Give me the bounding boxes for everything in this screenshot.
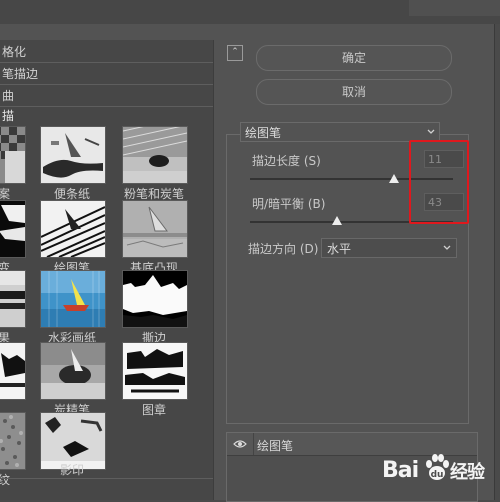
annotation-highlight-box [409, 140, 469, 224]
thumb-chalk-charcoal[interactable] [122, 126, 188, 184]
thumb-label: 图章 [141, 403, 166, 417]
thumb-chrome[interactable] [0, 200, 26, 258]
chevron-up-icon: ⌃ [231, 47, 239, 57]
eye-visibility-icon[interactable] [233, 439, 247, 449]
category-brush-strokes[interactable]: 笔描边 [0, 62, 213, 85]
cancel-button[interactable]: 取消 [256, 79, 452, 105]
watermark-text-right: 经验 [450, 462, 485, 483]
category-pixelate[interactable]: 格化 [0, 40, 213, 63]
thumb-stamp-partial[interactable] [0, 342, 26, 400]
category-sketch[interactable]: 描 [0, 104, 213, 126]
category-stylize[interactable] [0, 478, 213, 500]
thumb-reticulation[interactable] [0, 412, 26, 470]
filter-select[interactable]: 绘图笔 [240, 122, 440, 142]
category-label: 曲 [2, 89, 15, 103]
thumb-label: 影印 [59, 463, 84, 477]
stroke-direction-select[interactable]: 水平 [321, 238, 457, 258]
watermark-text-left: Bai [382, 458, 419, 483]
collapse-panel-button[interactable]: ⌃ [227, 45, 243, 61]
stroke-length-slider-thumb[interactable] [389, 174, 399, 183]
thumb-bas-relief[interactable] [122, 200, 188, 258]
title-bar [0, 0, 500, 24]
thumb-plaster[interactable] [0, 270, 26, 328]
thumb-water-paper[interactable] [40, 270, 106, 328]
thumb-note-paper[interactable] [40, 126, 106, 184]
ok-button[interactable]: 确定 [256, 45, 452, 71]
stroke-direction-value: 水平 [327, 242, 352, 256]
thumb-conte-crayon[interactable] [40, 342, 106, 400]
effect-layer-name: 绘图笔 [257, 439, 294, 453]
paw-logo-icon: du [426, 454, 449, 480]
filter-category-panel: 格化 笔描边 曲 描 图案 便条纸 粉笔和炭笔 变 绘图笔 [0, 40, 214, 500]
stroke-length-label: 描边长度 (S) [252, 154, 321, 168]
stroke-direction-label: 描边方向 (D) : [248, 242, 327, 256]
balance-slider-thumb[interactable] [332, 216, 342, 225]
chevron-down-icon [443, 245, 451, 250]
divider [253, 433, 254, 455]
baidu-jingyan-watermark: Bai du 经验 [380, 450, 500, 500]
category-label: 格化 [2, 45, 27, 59]
thumb-graphic-pen[interactable] [40, 200, 106, 258]
category-label: 笔描边 [2, 67, 39, 81]
thumb-stamp[interactable] [122, 342, 188, 400]
filter-select-value: 绘图笔 [245, 126, 282, 140]
category-label: 描 [2, 109, 15, 123]
thumb-torn-edges[interactable] [122, 270, 188, 328]
svg-text:du: du [431, 470, 444, 480]
thumb-halftone-pattern[interactable] [0, 126, 26, 184]
chevron-down-icon [427, 129, 435, 134]
balance-label: 明/暗平衡 (B) [252, 197, 326, 211]
window-controls[interactable] [409, 0, 500, 16]
